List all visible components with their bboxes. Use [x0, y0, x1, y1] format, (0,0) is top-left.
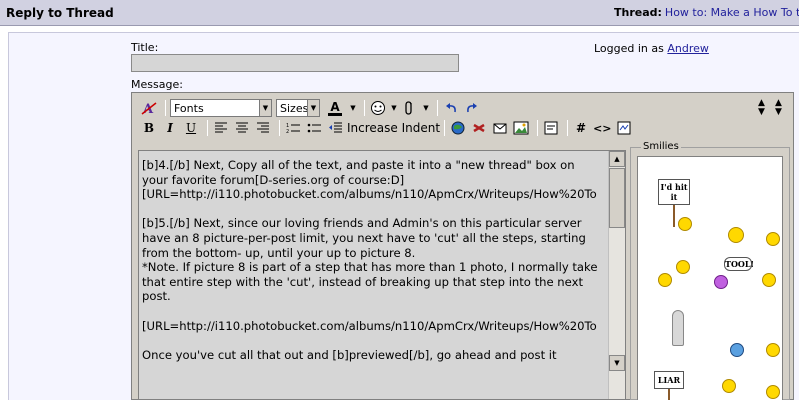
expand-editor-icon[interactable]: ▲ ▼ — [775, 99, 782, 117]
username-link[interactable]: Andrew — [667, 42, 709, 55]
toolbar-separator — [279, 120, 280, 136]
redo-icon[interactable] — [463, 99, 481, 117]
smiley-face-icon[interactable] — [658, 273, 672, 287]
sign-pole — [668, 389, 670, 400]
attachment-icon[interactable] — [401, 99, 419, 117]
smiley-face-icon[interactable] — [766, 385, 780, 399]
insert-link-icon[interactable] — [449, 119, 467, 137]
smiley-icon[interactable] — [369, 99, 387, 117]
textarea-scrollbar[interactable]: ▲ ▼ — [608, 151, 625, 399]
insert-image-icon[interactable] — [512, 119, 530, 137]
php-icon[interactable] — [615, 119, 633, 137]
page-title: Reply to Thread — [6, 6, 114, 20]
svg-text:2: 2 — [286, 129, 289, 134]
smiley-face-icon[interactable] — [766, 232, 780, 246]
scroll-up-icon[interactable]: ▲ — [609, 151, 625, 167]
scroll-down-icon[interactable]: ▼ — [609, 355, 625, 371]
thread-breadcrumb: Thread: How to: Make a How To th — [614, 6, 799, 19]
remove-format-icon[interactable]: A — [140, 99, 158, 117]
html-icon[interactable]: <> — [593, 119, 611, 137]
thread-link[interactable]: How to: Make a How To th — [665, 6, 799, 19]
insert-email-icon[interactable] — [491, 119, 509, 137]
align-left-icon[interactable] — [212, 119, 230, 137]
chevron-down-icon: ▼ — [307, 100, 319, 116]
text-color-button[interactable]: A — [324, 99, 346, 117]
toolbar-separator — [364, 100, 365, 116]
chevron-down-icon[interactable]: ▼ — [390, 99, 398, 117]
smilies-panel: Smilies I'd hit it TOOL! LIAR — [630, 141, 790, 400]
toolbar-separator — [207, 120, 208, 136]
italic-button[interactable]: I — [161, 119, 179, 137]
title-label: Title: — [131, 41, 159, 54]
decrease-indent-icon[interactable] — [326, 119, 344, 137]
size-select[interactable]: Sizes ▼ — [276, 99, 320, 117]
smiley-face-icon[interactable] — [678, 217, 692, 231]
quote-icon[interactable] — [542, 119, 560, 137]
text-color-letter: A — [330, 99, 340, 114]
toolbar-separator — [444, 120, 446, 136]
scrollbar-thumb[interactable] — [609, 168, 625, 228]
smiley-sign-liar[interactable]: LIAR — [654, 371, 684, 389]
message-textarea[interactable]: [b]4.[/b] Next, Copy all of the text, an… — [138, 150, 626, 400]
chevron-down-icon[interactable]: ▼ — [349, 99, 357, 117]
editor-toolbar-row2: B I U 12 Increase Indent # <> — [140, 119, 636, 137]
align-right-icon[interactable] — [254, 119, 272, 137]
toolbar-separator — [567, 120, 569, 136]
resize-editor-icon[interactable]: ▲ ▼ — [758, 99, 765, 117]
undo-icon[interactable] — [442, 99, 460, 117]
smiley-face-icon[interactable] — [730, 343, 744, 357]
toolbar-separator — [165, 100, 166, 116]
smilies-list[interactable]: I'd hit it TOOL! LIAR — [637, 156, 783, 400]
toolbar-separator — [437, 100, 438, 116]
increase-indent-label[interactable]: Increase Indent — [347, 121, 440, 135]
logged-in-status: Logged in as Andrew — [594, 42, 709, 55]
size-select-value: Sizes — [280, 101, 309, 115]
page-header: Reply to Thread Thread: How to: Make a Ho… — [0, 0, 799, 26]
unordered-list-icon[interactable] — [305, 119, 323, 137]
smiley-face-icon[interactable] — [728, 227, 744, 243]
title-input[interactable] — [131, 54, 459, 72]
smiley-sign-hit-it[interactable]: I'd hit it — [658, 179, 690, 205]
underline-button[interactable]: U — [182, 119, 200, 137]
chevron-down-icon[interactable]: ▼ — [422, 99, 430, 117]
smiley-face-icon[interactable] — [714, 275, 728, 289]
ordered-list-icon[interactable]: 12 — [284, 119, 302, 137]
thread-label: Thread: — [614, 6, 662, 19]
chevron-down-icon: ▼ — [259, 100, 271, 116]
smiley-face-icon[interactable] — [722, 379, 736, 393]
smiley-face-icon[interactable] — [762, 273, 776, 287]
sign-pole — [673, 205, 675, 227]
smiley-face-icon[interactable] — [766, 343, 780, 357]
font-select[interactable]: Fonts ▼ — [170, 99, 272, 117]
smilies-legend: Smilies — [641, 141, 681, 152]
bold-button[interactable]: B — [140, 119, 158, 137]
code-icon[interactable]: # — [572, 119, 590, 137]
smiley-face-icon[interactable] — [676, 260, 690, 274]
message-label: Message: — [131, 78, 183, 91]
align-center-icon[interactable] — [233, 119, 251, 137]
logged-in-label: Logged in as — [594, 42, 664, 55]
message-text: [b]4.[/b] Next, Copy all of the text, an… — [142, 158, 598, 362]
editor-toolbar-row1: A Fonts▼ Sizes▼ A ▼ ▼ ▼ — [140, 99, 484, 117]
figure-smiley-icon[interactable] — [672, 310, 684, 346]
font-select-value: Fonts — [174, 101, 204, 115]
toolbar-separator — [537, 120, 539, 136]
color-bar-icon — [328, 112, 342, 116]
smiley-sign-tool[interactable]: TOOL! — [724, 257, 754, 271]
remove-link-icon[interactable] — [470, 119, 488, 137]
